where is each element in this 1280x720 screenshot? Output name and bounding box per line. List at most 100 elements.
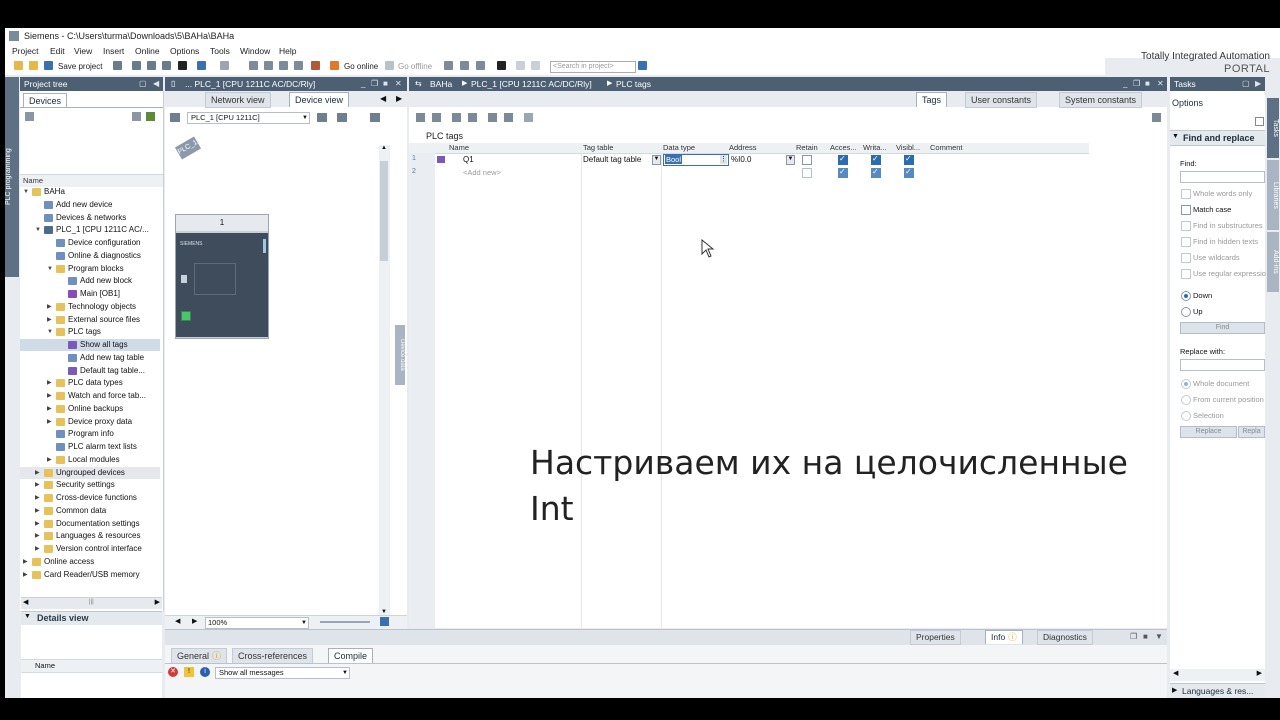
col-visible[interactable]: Visibl... (896, 143, 920, 153)
start-cpu-icon[interactable] (460, 61, 469, 70)
zoom-fit-icon[interactable] (380, 617, 389, 626)
tree-item-default-tag-table[interactable]: Default tag table... (20, 365, 160, 377)
cpu-module[interactable]: SIEMENS (176, 233, 268, 337)
export-icon[interactable] (452, 113, 461, 122)
undo-icon[interactable] (197, 61, 206, 70)
split-vertical-icon[interactable] (531, 61, 540, 70)
device-select[interactable]: PLC_1 [CPU 1211C] ▼ (187, 112, 310, 124)
paste-icon[interactable] (162, 61, 171, 70)
maximize-icon[interactable]: ■ (383, 77, 388, 91)
device-overview-icon[interactable] (317, 113, 327, 122)
tasks-hscrollbar[interactable]: ◀ ▶ (1170, 669, 1265, 681)
expanded-icon[interactable]: ▼ (47, 326, 53, 338)
minimize-icon[interactable]: _ (1123, 77, 1127, 91)
pin-icon[interactable]: ▢ (139, 77, 147, 91)
zoom-next-icon[interactable]: ▶ (192, 617, 197, 625)
tag-name[interactable]: Q1 (463, 155, 474, 164)
devices-tab[interactable]: Devices (23, 93, 68, 108)
menu-online[interactable]: Online (135, 46, 160, 56)
menu-project[interactable]: Project (12, 46, 38, 56)
tree-item-add-new-device[interactable]: Add new device (20, 199, 160, 211)
network-view-tab[interactable]: Network view (205, 92, 271, 108)
monitor-icon[interactable] (488, 113, 497, 122)
replace-button[interactable]: Replace (1180, 426, 1237, 438)
selection-radio[interactable] (1181, 411, 1191, 421)
pin-icon[interactable]: ▢ (1242, 77, 1250, 91)
add-new-tag[interactable]: <Add new> (463, 168, 501, 177)
collapsed-icon[interactable]: ▶ (35, 505, 40, 517)
accessible-checkbox[interactable] (838, 154, 848, 165)
tree-item-main-ob1[interactable]: Main [OB1] (20, 288, 160, 300)
tree-item-plc-tags[interactable]: ▼ PLC tags (20, 326, 160, 338)
search-icon[interactable] (638, 61, 647, 70)
up-radio[interactable] (1181, 307, 1191, 317)
col-name[interactable]: Name (449, 143, 469, 153)
menu-tools[interactable]: Tools (210, 46, 230, 56)
collapsed-icon[interactable]: ▶ (35, 543, 40, 555)
collapsed-icon[interactable]: ▶ (35, 479, 40, 491)
scroll-left-icon[interactable]: ◀ (1173, 669, 1178, 677)
col-data-type[interactable]: Data type (663, 143, 695, 153)
collapse-left-icon[interactable]: ◀ (153, 77, 159, 91)
scroll-up-icon[interactable]: ▲ (381, 145, 387, 151)
table-row[interactable]: 2 <Add new> (409, 167, 1089, 179)
message-filter-select[interactable]: Show all messages ▼ (215, 667, 350, 679)
retain-checkbox[interactable] (802, 168, 812, 178)
collapsed-icon[interactable]: ▶ (47, 403, 52, 415)
collapsed-icon[interactable]: ▶ (35, 467, 40, 479)
device-view-tab[interactable]: Device view (289, 92, 350, 107)
zoom-prev-icon[interactable]: ◀ (175, 617, 180, 625)
data-type-input[interactable]: Bool ⋮ (663, 154, 729, 166)
expanded-icon[interactable]: ▼ (23, 186, 29, 198)
collapse-icon[interactable]: ▼ (1155, 632, 1163, 641)
user-constants-tab[interactable]: User constants (965, 92, 1038, 108)
tree-item-project[interactable]: ▼ BAHa (20, 186, 160, 198)
collapsed-icon[interactable]: ▶ (47, 454, 52, 466)
close-icon[interactable]: ✕ (1157, 77, 1164, 91)
error-filter-icon[interactable]: ✕ (168, 667, 178, 677)
tree-item-card-reader-usb[interactable]: ▶ Card Reader/USB memory (20, 569, 160, 581)
down-radio[interactable] (1181, 291, 1191, 301)
from-current-radio[interactable] (1181, 395, 1191, 405)
add-ins-side-tab[interactable]: Add-ins (1267, 232, 1279, 292)
address-dropdown-icon[interactable]: ▼ (786, 155, 795, 165)
find-replace-header[interactable]: ▼ Find and replace (1170, 130, 1265, 146)
expanded-icon[interactable]: ▼ (47, 263, 53, 275)
copy-icon[interactable] (147, 61, 156, 70)
close-icon[interactable]: ✕ (395, 77, 402, 91)
tag-table-dropdown-icon[interactable]: ▼ (652, 155, 661, 165)
menu-edit[interactable]: Edit (50, 46, 65, 56)
visible-checkbox[interactable] (904, 154, 914, 165)
collapsed-icon[interactable]: ▶ (47, 314, 52, 326)
info-tab[interactable]: Info ⓘ (985, 630, 1023, 644)
collapsed-icon[interactable]: ▶ (35, 492, 40, 504)
delete-icon[interactable] (178, 61, 187, 70)
tree-item-watch-force-tables[interactable]: ▶ Watch and force tab... (20, 390, 160, 402)
accessible-devices-icon[interactable] (444, 61, 453, 70)
menu-insert[interactable]: Insert (103, 46, 124, 56)
plc-rack[interactable]: 1 SIEMENS (175, 214, 269, 339)
col-accessible[interactable]: Acces... (830, 143, 857, 153)
restore-icon[interactable]: ❐ (1133, 77, 1140, 91)
plc-programming-side-tab[interactable]: PLC programming (5, 77, 19, 277)
writable-checkbox[interactable] (871, 154, 881, 165)
cross-references-tab[interactable]: Cross-references (232, 648, 314, 664)
match-case-checkbox[interactable] (1181, 205, 1191, 215)
details-view-header[interactable]: ▼ Details view (21, 611, 162, 625)
tree-item-show-all-tags[interactable]: Show all tags (20, 339, 160, 351)
languages-resources-header[interactable]: ▶ Languages & res... (1170, 683, 1265, 698)
import-icon[interactable] (468, 113, 477, 122)
tree-item-plc-alarm-text-lists[interactable]: PLC alarm text lists (20, 441, 160, 453)
show-module-labels-icon[interactable] (337, 113, 347, 122)
replace-all-button[interactable]: Repla (1238, 426, 1265, 438)
collapsed-icon[interactable]: ▶ (35, 518, 40, 530)
tree-item-ungrouped-devices[interactable]: ▶ Ungrouped devices (20, 466, 160, 479)
find-substructures-checkbox[interactable] (1181, 221, 1191, 231)
system-constants-tab[interactable]: System constants (1059, 92, 1143, 108)
tree-item-documentation-settings[interactable]: ▶ Documentation settings (20, 518, 160, 530)
tree-item-online-backups[interactable]: ▶ Online backups (20, 403, 160, 415)
find-input[interactable] (1180, 171, 1265, 183)
restore-icon[interactable]: ❐ (371, 77, 378, 91)
tree-item-external-source-files[interactable]: ▶ External source files (20, 314, 160, 326)
compile-tab[interactable]: Compile (328, 648, 374, 663)
